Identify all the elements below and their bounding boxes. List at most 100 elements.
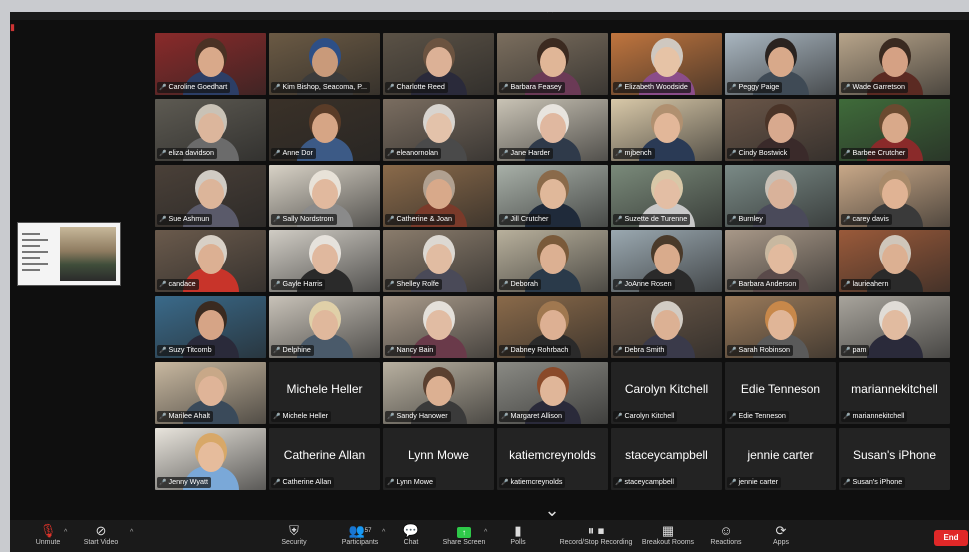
participant-nameplate: 🎤 Sue Ashmun bbox=[157, 213, 213, 225]
participant-tile[interactable]: 🎤 candace bbox=[155, 230, 266, 293]
participant-tile[interactable]: 🎤 Gayle Harris bbox=[269, 230, 380, 293]
participant-tile[interactable]: 🎤 Jane Harder bbox=[497, 98, 608, 161]
participant-tile[interactable]: 🎤 Suzette de Turenne bbox=[611, 164, 722, 227]
participant-tile[interactable]: 🎤 Sandy Hanower bbox=[383, 361, 494, 424]
participant-tile[interactable]: 🎤 Wade Garretson bbox=[839, 33, 950, 95]
muted-mic-icon: 🎤 bbox=[501, 282, 509, 289]
audio-options-caret-icon[interactable]: ^ bbox=[64, 529, 67, 536]
participant-tile[interactable]: 🎤 Sally Nordstrom bbox=[269, 164, 380, 227]
participant-tile[interactable]: 🎤 Margaret Allison bbox=[497, 361, 608, 424]
participant-nameplate: 🎤 Suzette de Turenne bbox=[613, 213, 691, 225]
chevron-up-icon[interactable]: ⌃ bbox=[540, 12, 560, 22]
record-button[interactable]: ⏸ ⏹ Record/Stop Recording bbox=[548, 524, 644, 552]
participant-tile[interactable]: 🎤 Debra Smith bbox=[611, 296, 722, 359]
participant-tile[interactable]: 🎤 Barbara Feasey bbox=[497, 33, 608, 95]
participant-tile[interactable]: Catherine Allan 🎤 Catherine Allan bbox=[269, 427, 380, 490]
participant-tile[interactable]: 🎤 mjbench bbox=[611, 98, 722, 161]
chat-button[interactable]: 💬 Chat bbox=[396, 524, 426, 552]
participant-name: JoAnne Rosen bbox=[624, 279, 672, 289]
participant-tile[interactable]: 🎤 laurieahern bbox=[839, 230, 950, 293]
participants-button[interactable]: 👥57 Participants bbox=[332, 524, 388, 552]
participant-tile[interactable]: 🎤 Jenny Wyatt bbox=[155, 427, 266, 490]
participant-name: Gayle Harris bbox=[282, 279, 323, 289]
participant-tile[interactable]: 🎤 Anne Dor bbox=[269, 98, 380, 161]
participant-face bbox=[197, 310, 224, 341]
participant-tile[interactable]: 🎤 eliza davidson bbox=[155, 98, 266, 161]
participant-face bbox=[539, 47, 566, 77]
participant-name: Jane Harder bbox=[510, 147, 551, 157]
apps-icon: ⟳ bbox=[775, 523, 787, 538]
participant-tile[interactable]: 🎤 Jill Crutcher bbox=[497, 164, 608, 227]
participant-tile[interactable]: 🎤 Burnley bbox=[725, 164, 836, 227]
participant-tile[interactable]: Lynn Mowe 🎤 Lynn Mowe bbox=[383, 427, 494, 490]
participant-tile[interactable]: 🎤 Dabney Rohrbach bbox=[497, 296, 608, 359]
apps-button[interactable]: ⟳ Apps bbox=[766, 524, 796, 552]
participant-tile[interactable]: 🎤 Shelley Rolfe bbox=[383, 230, 494, 293]
participant-tile[interactable]: 🎤 Catherine & Joan bbox=[383, 164, 494, 227]
chat-label: Chat bbox=[403, 539, 419, 546]
reactions-button[interactable]: ☺ Reactions bbox=[706, 524, 746, 552]
security-button[interactable]: ⛨ Security bbox=[272, 524, 316, 552]
share-options-caret-icon[interactable]: ^ bbox=[484, 529, 487, 536]
muted-mic-icon: 🎤 bbox=[501, 348, 509, 355]
participant-tile[interactable]: 🎤 pam bbox=[839, 296, 950, 359]
participant-name: Nancy Bain bbox=[396, 345, 434, 355]
participant-face bbox=[425, 244, 452, 275]
participant-tile[interactable]: jennie carter 🎤 jennie carter bbox=[725, 427, 836, 490]
participant-nameplate: 🎤 Wade Garretson bbox=[841, 82, 908, 93]
participant-tile[interactable]: 🎤 Suzy Titcomb bbox=[155, 296, 266, 359]
participant-tile[interactable]: 🎤 Kim Bishop, Seacoma, P... bbox=[269, 33, 380, 95]
participant-tile[interactable]: staceycampbell 🎤 staceycampbell bbox=[611, 427, 722, 490]
muted-mic-icon: 🎤 bbox=[729, 479, 737, 486]
participant-name: Debra Smith bbox=[624, 345, 665, 355]
participant-tile[interactable]: mariannekitchell 🎤 mariannekitchell bbox=[839, 361, 950, 424]
participant-display-name: katiemcreynolds bbox=[509, 447, 596, 462]
participant-tile[interactable]: 🎤 Barbara Anderson bbox=[725, 230, 836, 293]
share-screen-button[interactable]: ↑ Share Screen bbox=[438, 524, 490, 552]
participant-tile[interactable]: 🎤 Peggy Paige bbox=[725, 33, 836, 95]
participant-name: Cindy Bostwick bbox=[738, 147, 788, 157]
participant-tile[interactable]: 🎤 Charlotte Reed bbox=[383, 33, 494, 95]
participant-tile[interactable]: 🎤 Sarah Robinson bbox=[725, 296, 836, 359]
participant-tile[interactable]: 🎤 JoAnne Rosen bbox=[611, 230, 722, 293]
participant-tile[interactable]: 🎤 carey davis bbox=[839, 164, 950, 227]
end-meeting-button[interactable]: End bbox=[934, 530, 968, 546]
muted-mic-icon: 🎤 bbox=[729, 413, 737, 420]
participant-name: carey davis bbox=[852, 213, 889, 223]
participant-nameplate: 🎤 mariannekitchell bbox=[841, 410, 908, 422]
participant-display-name: mariannekitchell bbox=[851, 381, 938, 396]
video-label: Start Video bbox=[83, 539, 119, 546]
participant-tile[interactable]: 🎤 Barbee Crutcher bbox=[839, 98, 950, 161]
participant-name: Burnley bbox=[738, 213, 763, 223]
participant-tile[interactable]: 🎤 Sue Ashmun bbox=[155, 164, 266, 227]
start-video-button[interactable]: ⊘ Start Video bbox=[76, 524, 126, 552]
video-options-caret-icon[interactable]: ^ bbox=[130, 529, 133, 536]
participant-name: eliza davidson bbox=[168, 147, 215, 157]
muted-mic-icon: 🎤 bbox=[843, 216, 851, 223]
participant-face bbox=[653, 47, 680, 77]
participant-nameplate: 🎤 Catherine & Joan bbox=[385, 213, 456, 225]
participant-tile[interactable]: katiemcreynolds 🎤 katiemcreynolds bbox=[497, 427, 608, 490]
participant-tile[interactable]: 🎤 Delphine bbox=[269, 296, 380, 359]
participant-face bbox=[881, 244, 908, 275]
breakout-rooms-button[interactable]: ▦ Breakout Rooms bbox=[640, 524, 696, 552]
shared-screen-thumbnail[interactable] bbox=[17, 222, 121, 286]
mute-button[interactable]: 🎙 Unmute bbox=[28, 524, 68, 552]
participant-tile[interactable]: 🎤 Marilee Ahalt bbox=[155, 361, 266, 424]
participant-tile[interactable]: 🎤 Elizabeth Woodside bbox=[611, 33, 722, 95]
participant-tile[interactable]: 🎤 eleanornolan bbox=[383, 98, 494, 161]
participant-tile[interactable]: 🎤 Nancy Bain bbox=[383, 296, 494, 359]
polls-button[interactable]: ▮ Polls bbox=[506, 524, 530, 552]
participants-options-caret-icon[interactable]: ^ bbox=[382, 529, 385, 536]
participant-tile[interactable]: 🎤 Deborah bbox=[497, 230, 608, 293]
participant-tile[interactable]: Michele Heller 🎤 Michele Heller bbox=[269, 361, 380, 424]
participant-tile[interactable]: Carolyn Kitchell 🎤 Carolyn Kitchell bbox=[611, 361, 722, 424]
participant-tile[interactable]: Susan's iPhone 🎤 Susan's iPhone bbox=[839, 427, 950, 490]
muted-mic-icon: 🎤 bbox=[387, 413, 395, 420]
participant-name: Anne Dor bbox=[282, 147, 313, 157]
muted-mic-icon: 🎤 bbox=[501, 216, 509, 223]
participant-tile[interactable]: 🎤 Caroline Goedhart bbox=[155, 33, 266, 95]
participant-tile[interactable]: 🎤 Cindy Bostwick bbox=[725, 98, 836, 161]
participant-tile[interactable]: Edie Tenneson 🎤 Edie Tenneson bbox=[725, 361, 836, 424]
chevron-down-icon[interactable]: ⌄ bbox=[540, 500, 564, 521]
